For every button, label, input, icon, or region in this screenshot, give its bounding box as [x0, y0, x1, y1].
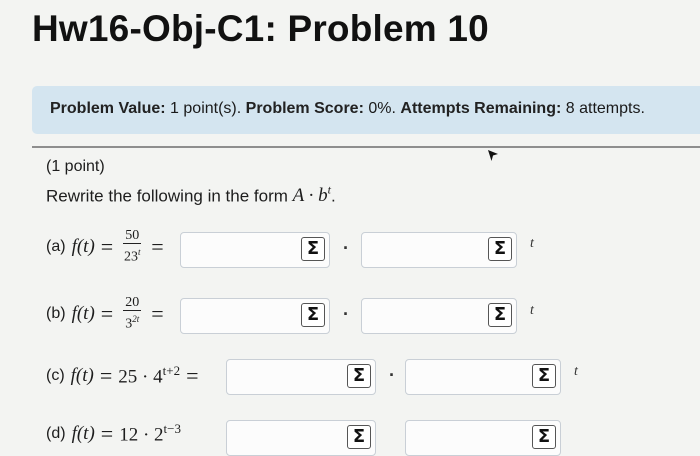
part-d-coefficient-input[interactable]: Σ — [226, 420, 376, 456]
part-a-fraction: 50 23t — [123, 228, 142, 266]
part-a-label: (a) — [46, 238, 66, 255]
part-a-base-input[interactable]: Σ — [361, 232, 517, 268]
part-b-label: (b) — [46, 305, 66, 322]
equals-sign: = — [186, 363, 199, 388]
target-form: A · bt — [292, 183, 331, 207]
problem-status-bar: Problem Value: 1 point(s). Problem Score… — [32, 86, 700, 134]
equals-sign: = — [100, 421, 114, 446]
multiply-dot: · — [343, 304, 349, 324]
part-b-base-input[interactable]: Σ — [361, 298, 517, 334]
part-c-expression: 25 · 4t+2 — [118, 363, 181, 388]
part-a-numerator: 50 — [123, 228, 142, 245]
equals-sign: = — [151, 234, 164, 259]
part-c-equation: (c) f(t) = 25 · 4t+2 = — [46, 354, 205, 398]
part-d-equation: (d) f(t) = 12 · 2t−3 — [46, 412, 181, 456]
multiply-dot: · — [343, 238, 349, 258]
part-c-exponent-variable: t — [574, 364, 578, 379]
part-b-function: f(t) — [71, 303, 95, 324]
part-c-label: (c) — [46, 367, 65, 384]
mouse-cursor-icon — [488, 150, 498, 161]
part-d-label: (d) — [46, 425, 66, 442]
equation-editor-button[interactable]: Σ — [488, 303, 512, 327]
part-a-denominator: 23t — [123, 247, 141, 265]
equation-editor-button[interactable]: Σ — [532, 364, 556, 388]
part-a-exponent-variable: t — [530, 236, 534, 251]
equation-editor-button[interactable]: Σ — [347, 364, 371, 388]
part-a-coefficient-input[interactable]: Σ — [180, 232, 330, 268]
equals-sign: = — [100, 301, 114, 326]
equation-editor-button[interactable]: Σ — [532, 425, 556, 449]
instructions-text: Rewrite the following in the form — [46, 186, 288, 206]
page-title: Hw16-Obj-C1: Problem 10 — [32, 8, 489, 49]
form-expression: A · b — [292, 185, 328, 207]
part-a-equation: (a) f(t) = 50 23t = — [46, 225, 170, 269]
part-a-function: f(t) — [71, 236, 95, 257]
problem-value-label: Problem Value: — [50, 100, 166, 117]
part-c-coefficient-input[interactable]: Σ — [226, 359, 376, 395]
attempts-remaining: 8 attempts. — [565, 100, 645, 117]
equals-sign: = — [99, 363, 113, 388]
part-d-function: f(t) — [71, 423, 95, 444]
part-d-base-input[interactable]: Σ — [405, 420, 561, 456]
part-b-numerator: 20 — [123, 295, 142, 312]
equation-editor-button[interactable]: Σ — [347, 425, 371, 449]
problem-score-label: Problem Score: — [245, 100, 364, 117]
part-c-base-input[interactable]: Σ — [405, 359, 561, 395]
attempts-label: Attempts Remaining: — [400, 100, 562, 117]
divider — [32, 146, 700, 148]
problem-instructions: Rewrite the following in the form A · bt… — [46, 183, 336, 207]
equation-editor-button[interactable]: Σ — [488, 237, 512, 261]
part-b-exponent-variable: t — [530, 303, 534, 318]
problem-value: 1 point(s). — [170, 100, 242, 117]
part-b-denominator: 32t — [125, 314, 140, 332]
equation-editor-button[interactable]: Σ — [301, 237, 325, 261]
part-c-function: f(t) — [70, 365, 94, 386]
equation-editor-button[interactable]: Σ — [301, 303, 325, 327]
part-b-fraction: 20 32t — [123, 295, 142, 333]
multiply-dot: · — [389, 365, 395, 385]
problem-score: 0%. — [368, 100, 396, 117]
part-b-coefficient-input[interactable]: Σ — [180, 298, 330, 334]
equals-sign: = — [100, 234, 114, 259]
equals-sign: = — [151, 301, 164, 326]
instructions-period: . — [330, 186, 336, 206]
part-b-equation: (b) f(t) = 20 32t = — [46, 292, 170, 336]
problem-points: (1 point) — [46, 158, 105, 175]
